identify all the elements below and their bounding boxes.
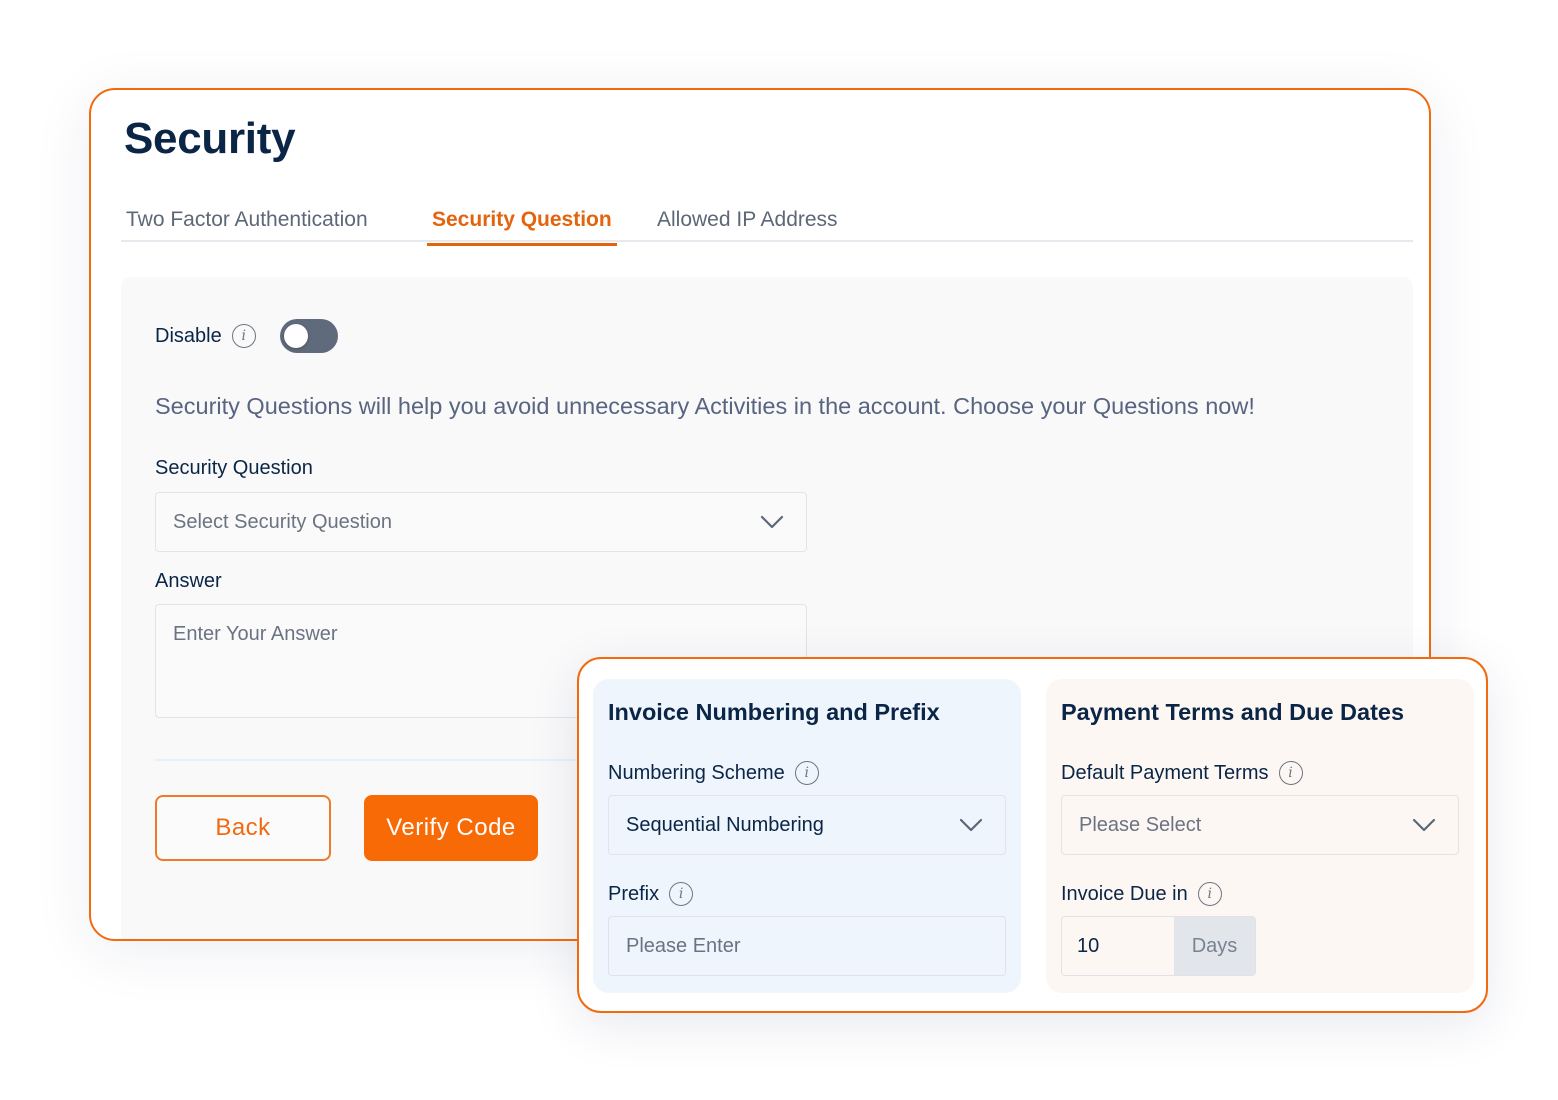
info-icon[interactable]: i	[794, 761, 819, 785]
invoice-due-label: Invoice Due in	[1061, 882, 1188, 905]
default-payment-terms-label-row: Default Payment Terms i	[1061, 761, 1303, 785]
disable-row: Disable i	[155, 319, 338, 353]
payment-terms-panel: Payment Terms and Due Dates Default Paym…	[1046, 679, 1474, 993]
answer-placeholder: Enter Your Answer	[173, 623, 338, 645]
invoice-settings-card: Invoice Numbering and Prefix Numbering S…	[577, 657, 1488, 1013]
numbering-scheme-select[interactable]: Sequential Numbering	[608, 795, 1006, 855]
payment-terms-title: Payment Terms and Due Dates	[1061, 699, 1405, 725]
tab-allowed-ip-address[interactable]: Allowed IP Address	[652, 208, 843, 244]
default-payment-terms-label: Default Payment Terms	[1061, 761, 1269, 784]
security-question-placeholder: Select Security Question	[173, 510, 392, 533]
invoice-numbering-panel: Invoice Numbering and Prefix Numbering S…	[593, 679, 1021, 993]
prefix-input[interactable]: Please Enter	[608, 916, 1006, 976]
security-question-select[interactable]: Select Security Question	[155, 492, 807, 552]
chevron-down-icon	[959, 818, 983, 832]
prefix-label-row: Prefix i	[608, 882, 694, 906]
verify-code-button[interactable]: Verify Code	[364, 795, 538, 861]
invoice-due-input[interactable]: 10	[1062, 917, 1174, 975]
back-button[interactable]: Back	[155, 795, 331, 861]
numbering-scheme-value: Sequential Numbering	[626, 813, 824, 836]
tab-two-factor-authentication[interactable]: Two Factor Authentication	[121, 208, 373, 244]
answer-label: Answer	[155, 570, 222, 592]
payment-terms-placeholder: Please Select	[1079, 813, 1202, 836]
chevron-down-icon	[1412, 818, 1436, 832]
disable-label: Disable	[155, 324, 222, 347]
info-icon[interactable]: i	[1197, 882, 1222, 906]
info-icon[interactable]: i	[1278, 761, 1303, 785]
tab-security-question[interactable]: Security Question	[427, 208, 617, 246]
toggle-knob	[283, 324, 308, 348]
default-payment-terms-select[interactable]: Please Select	[1061, 795, 1459, 855]
info-icon[interactable]: i	[669, 882, 694, 906]
prefix-label: Prefix	[608, 882, 660, 905]
help-text: Security Questions will help you avoid u…	[155, 393, 1255, 419]
tab-bar: Two Factor Authentication Security Quest…	[121, 202, 1413, 246]
page-title: Security	[124, 114, 296, 163]
numbering-scheme-label: Numbering Scheme	[608, 761, 785, 784]
disable-toggle[interactable]	[279, 319, 338, 353]
security-question-label: Security Question	[155, 457, 313, 479]
days-unit-addon: Days	[1174, 917, 1255, 975]
invoice-numbering-title: Invoice Numbering and Prefix	[608, 699, 940, 725]
prefix-placeholder: Please Enter	[626, 934, 741, 957]
chevron-down-icon	[760, 515, 784, 529]
info-icon[interactable]: i	[231, 324, 256, 348]
numbering-scheme-label-row: Numbering Scheme i	[608, 761, 819, 785]
invoice-due-input-group: 10 Days	[1061, 916, 1256, 976]
invoice-due-label-row: Invoice Due in i	[1061, 882, 1222, 906]
